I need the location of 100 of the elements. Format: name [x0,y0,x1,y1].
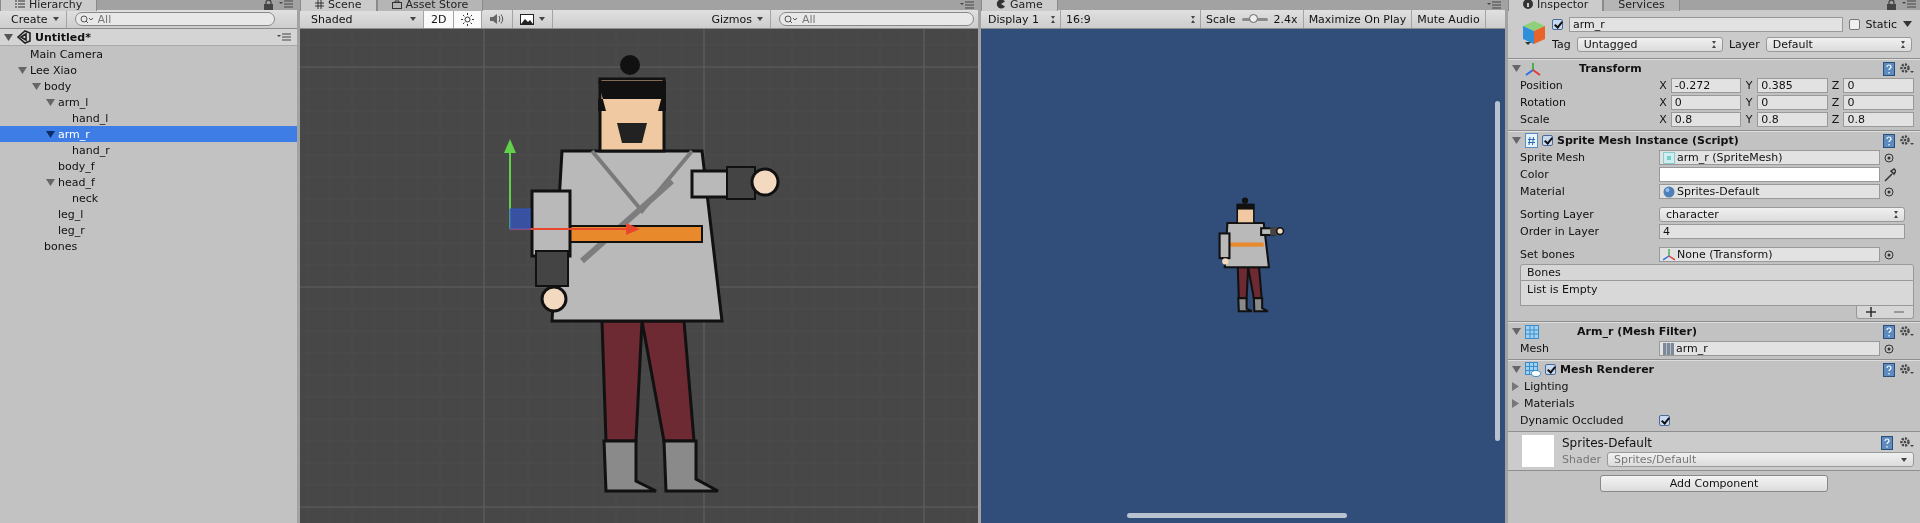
search-field[interactable]: All [74,12,275,26]
scene-name[interactable]: Untitled* [35,30,91,44]
foldout-arrow-icon[interactable] [1512,399,1520,408]
foldout-arrow-icon[interactable] [1512,64,1521,73]
tag-dropdown[interactable]: Untagged [1576,36,1723,52]
foldout-label[interactable]: Lighting [1524,380,1569,393]
number-field[interactable]: 0 [1670,95,1742,110]
static-checkbox[interactable] [1848,18,1860,30]
character-sprite-drawing[interactable] [530,55,780,493]
foldout-arrow-icon[interactable] [1512,365,1521,374]
number-field[interactable]: 4 [1659,224,1905,239]
number-field[interactable]: 0 [1757,95,1828,110]
expand-arrow-icon[interactable] [46,177,55,187]
foldout-label[interactable]: Materials [1524,397,1575,410]
sphere-icon [1663,185,1675,198]
property-label: Mesh [1520,342,1550,355]
help-book-icon[interactable] [1883,362,1895,377]
mute-audio-toggle[interactable]: Mute Audio [1412,10,1486,28]
help-book-icon[interactable] [1883,324,1895,339]
component-title: Mesh Renderer [1560,363,1655,376]
expand-arrow-icon[interactable] [46,129,55,139]
horizontal-scrollbar[interactable] [1127,513,1347,518]
hierarchy-item[interactable]: leg_r [0,222,297,238]
display-dropdown[interactable]: Display 1 [983,10,1061,28]
number-field[interactable]: -0.272 [1670,78,1742,93]
help-book-icon[interactable] [1883,133,1895,148]
hierarchy-item[interactable]: arm_r [0,126,297,142]
foldout-arrow-icon[interactable] [1512,136,1521,145]
item-label: hand_r [72,143,110,157]
sorting-layer-dropdown[interactable]: character [1659,207,1905,222]
vertical-scrollbar[interactable] [1495,101,1500,441]
picker-circle-icon[interactable] [1884,343,1894,354]
scene-canvas[interactable] [300,29,978,523]
hierarchy-item[interactable]: bones [0,238,297,254]
create-button[interactable]: Create [4,10,67,28]
gear-icon[interactable] [1899,363,1914,376]
hierarchy-item[interactable]: hand_l [0,110,297,126]
picker-circle-icon[interactable] [1884,152,1894,163]
expand-arrow-icon[interactable] [46,97,55,107]
gear-icon[interactable] [1899,62,1914,75]
view-tab[interactable]: Scene [300,0,377,11]
picker-circle-icon[interactable] [1884,186,1894,197]
slider-thumb[interactable] [1249,13,1259,23]
layer-dropdown[interactable]: Default [1765,36,1912,52]
hierarchy-item[interactable]: leg_l [0,206,297,222]
hierarchy-item[interactable]: arm_l [0,94,297,110]
move-gizmo[interactable] [504,139,640,235]
lock-icon[interactable] [264,0,273,10]
gear-icon[interactable] [1899,325,1914,338]
hierarchy-item[interactable]: Lee Xiao [0,62,297,78]
aspect-dropdown[interactable]: 16:9 [1061,10,1201,28]
object-field[interactable]: arm_r (SpriteMesh) [1659,150,1880,165]
hierarchy-item[interactable]: body [0,78,297,94]
active-checkbox[interactable] [1552,18,1563,30]
lock-icon[interactable] [1887,0,1896,10]
gear-icon[interactable] [1899,134,1914,147]
eyedropper-icon[interactable] [1884,167,1896,182]
game-tab[interactable]: Game [981,0,1058,11]
property-label: Dynamic Occluded [1520,414,1625,427]
hierarchy-item[interactable]: hand_r [0,142,297,158]
plus-icon[interactable] [1866,307,1876,317]
number-field[interactable]: 0.385 [1757,78,1828,93]
object-field[interactable]: Sprites-Default [1659,184,1880,199]
help-book-icon[interactable] [1883,61,1895,76]
help-book-icon[interactable] [1881,435,1893,450]
checkbox[interactable] [1659,415,1670,426]
expand-arrow-icon[interactable] [18,65,27,75]
gear-icon[interactable] [1899,436,1914,449]
shader-dropdown[interactable]: Sprites/Default [1606,452,1914,467]
axis-label: X [1659,113,1667,126]
number-field[interactable]: 0 [1843,78,1914,93]
enabled-checkbox[interactable] [1545,364,1556,375]
shader-label: Shader [1562,453,1601,466]
hierarchy-item[interactable]: Main Camera [0,46,297,62]
scale-slider[interactable] [1241,17,1268,21]
hierarchy-item[interactable]: body_f [0,158,297,174]
gizmos-dropdown[interactable]: Gizmos [704,10,771,28]
number-field[interactable]: 0 [1843,95,1914,110]
hierarchy-tab[interactable]: Hierarchy [0,0,98,11]
item-label: Main Camera [30,47,103,61]
expand-arrow-icon[interactable] [32,81,41,91]
maximize-on-play-toggle[interactable]: Maximize On Play [1303,10,1413,28]
object-field[interactable]: arm_r [1659,341,1880,356]
expand-arrow-icon[interactable] [4,32,13,42]
foldout-arrow-icon[interactable] [1512,327,1521,336]
name-field[interactable]: arm_r [1569,16,1843,32]
hierarchy-item[interactable]: neck [0,190,297,206]
hierarchy-item[interactable]: head_f [0,174,297,190]
number-field[interactable]: 0.8 [1670,112,1742,127]
enabled-checkbox[interactable] [1542,135,1553,146]
number-field[interactable]: 0.8 [1757,112,1828,127]
object-field[interactable]: None (Transform) [1659,247,1880,262]
item-label: arm_l [58,95,89,109]
add-component-button[interactable]: Add Component [1600,475,1828,492]
number-field[interactable]: 0.8 [1843,112,1914,127]
search-field[interactable]: All [779,12,974,26]
picker-circle-icon[interactable] [1884,249,1894,260]
color-field[interactable] [1659,167,1880,182]
caret-icon[interactable] [1903,21,1912,27]
foldout-arrow-icon[interactable] [1512,382,1520,391]
